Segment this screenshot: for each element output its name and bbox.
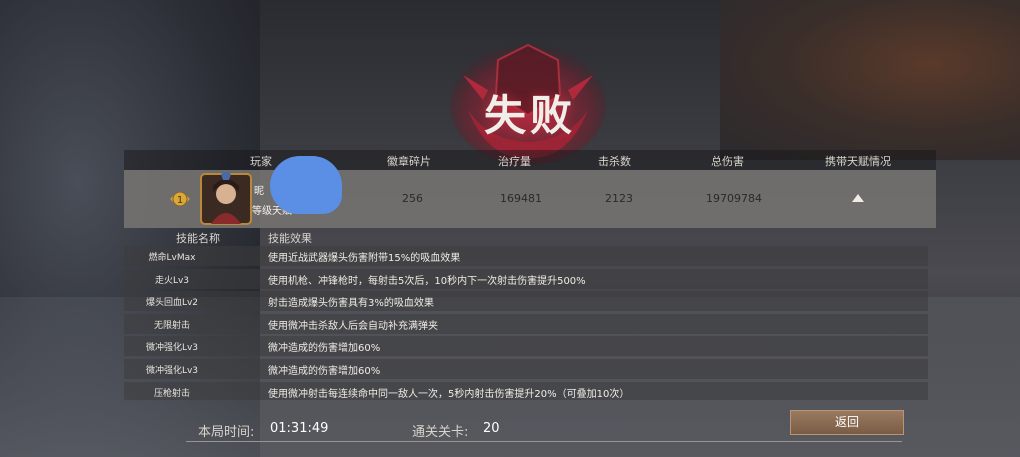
skill-effect: 使用机枪、冲锋枪时，每射击5次后，10秒内下一次射击伤害提升500%: [268, 275, 586, 287]
player-name: 昵: [254, 186, 264, 197]
skill-name: 微冲强化Lv3: [145, 343, 199, 354]
skill-effect: 使用近战武器爆头伤害附带15%的吸血效果: [268, 253, 461, 264]
header-talents: 携带天赋情况: [825, 155, 891, 168]
time-label: 本局时间:: [198, 425, 255, 440]
player-stats-row: 1 昵 等级天赋 256 169481 2123 19709784: [124, 170, 936, 228]
total-damage-value: 19709784: [706, 192, 762, 205]
skill-row: 压枪射击 使用微冲射击每连续命中同一敌人一次，5秒内射击伤害提升20%（可叠加1…: [124, 381, 928, 400]
stage-value: 20: [483, 421, 500, 436]
skill-name: 走火Lv3: [154, 275, 190, 286]
skills-header: 技能名称 技能效果: [124, 228, 928, 246]
rank-wings-badge-icon: 1: [170, 191, 190, 207]
kills-value: 2123: [605, 192, 633, 205]
stage-label: 通关关卡:: [412, 425, 469, 440]
header-player: 玩家: [250, 155, 272, 168]
skill-effect: 使用微冲射击每连续命中同一敌人一次，5秒内射击伤害提升20%（可叠加10次）: [268, 388, 630, 400]
time-value: 01:31:49: [270, 421, 329, 436]
healing-value: 169481: [500, 192, 542, 205]
skills-list[interactable]: 技能名称 技能效果 燃命LvMax 使用近战武器爆头伤害附带15%的吸血效果 走…: [124, 228, 928, 400]
skill-name: 微冲强化Lv3: [145, 365, 199, 376]
skill-row: 燃命LvMax 使用近战武器爆头伤害附带15%的吸血效果: [124, 246, 928, 266]
skill-name: 爆头回血Lv2: [145, 298, 199, 309]
skill-effect: 微冲造成的伤害增加60%: [268, 365, 381, 377]
privacy-blur-mask-2: [292, 176, 342, 214]
stats-table-header: 玩家 徽章碎片 治疗量 击杀数 总伤害 携带天赋情况: [124, 150, 936, 170]
header-badge-fragments: 徽章碎片: [387, 155, 431, 168]
skill-row: 微冲强化Lv3 微冲造成的伤害增加60%: [124, 358, 928, 379]
result-title: 失败: [483, 91, 576, 140]
header-total-damage: 总伤害: [711, 155, 744, 168]
skill-row: 爆头回血Lv2 射击造成爆头伤害具有3%的吸血效果: [124, 291, 928, 312]
skill-effect: 射击造成爆头伤害具有3%的吸血效果: [268, 298, 434, 310]
skill-row: 无限射击 使用微冲击杀敌人后会自动补充满弹夹: [124, 313, 928, 334]
skill-name: 无限射击: [153, 320, 190, 331]
skill-row: 走火Lv3 使用机枪、冲锋枪时，每射击5次后，10秒内下一次射击伤害提升500%: [124, 268, 928, 289]
svg-text:1: 1: [177, 195, 183, 206]
skill-effect: 使用微冲击杀敌人后会自动补充满弹夹: [268, 320, 438, 332]
skill-row: 微冲强化Lv3 微冲造成的伤害增加60%: [124, 336, 928, 357]
skill-effect: 微冲造成的伤害增加60%: [268, 343, 381, 355]
return-button[interactable]: 返回: [790, 410, 904, 435]
character-portrait-icon[interactable]: [199, 172, 253, 226]
badge-fragments-value: 256: [402, 192, 423, 205]
header-healing: 治疗量: [498, 155, 531, 168]
header-kills: 击杀数: [598, 155, 631, 168]
skill-name: 压枪射击: [153, 388, 190, 399]
skills-header-name: 技能名称: [176, 232, 220, 245]
background-right: [720, 0, 1020, 160]
expand-talents-triangle-up-icon[interactable]: [852, 194, 864, 202]
skill-name: 燃命LvMax: [148, 253, 196, 263]
skills-header-effect: 技能效果: [268, 232, 312, 245]
